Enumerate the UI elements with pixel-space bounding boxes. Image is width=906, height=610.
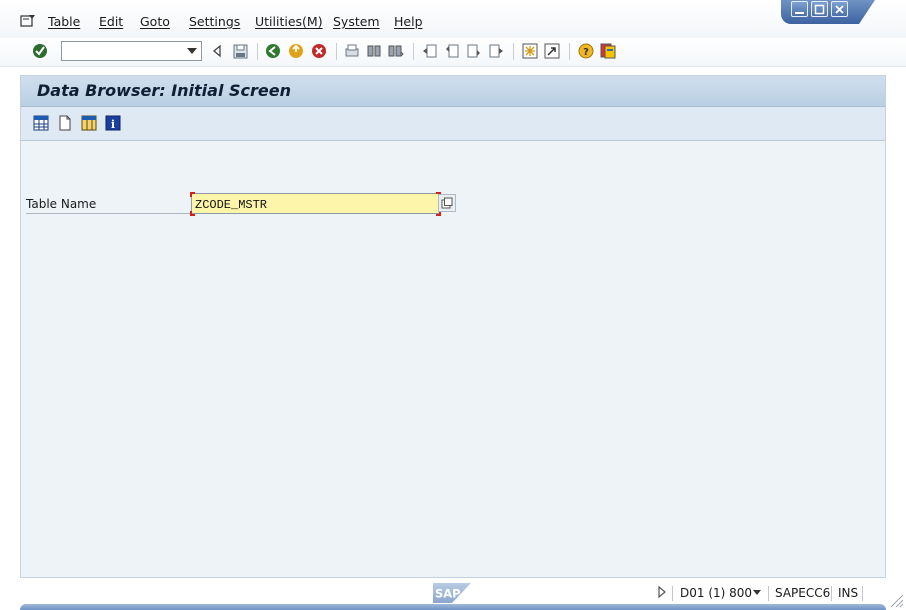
previous-page-icon[interactable] xyxy=(443,42,461,60)
server-name: SAPECC6 xyxy=(775,586,831,600)
value-help-icon[interactable] xyxy=(438,194,456,212)
title-bar: Data Browser: Initial Screen xyxy=(21,76,885,107)
new-entries-icon[interactable] xyxy=(56,114,74,132)
cancel-icon[interactable] xyxy=(310,42,328,60)
resize-grip-icon[interactable] xyxy=(888,592,904,608)
info-icon[interactable]: i xyxy=(104,114,122,132)
last-page-icon[interactable] xyxy=(487,42,505,60)
toolbar-divider xyxy=(513,43,514,60)
command-field[interactable] xyxy=(61,41,202,61)
sap-logo: SAP xyxy=(433,583,471,603)
status-divider xyxy=(672,586,673,601)
menu-table[interactable]: Table xyxy=(48,14,80,29)
system-info-dropdown-icon[interactable] xyxy=(752,586,762,600)
maximize-icon[interactable] xyxy=(811,1,828,17)
next-page-icon[interactable] xyxy=(465,42,483,60)
minimize-icon[interactable] xyxy=(791,1,808,17)
status-divider xyxy=(862,586,863,601)
table-contents-icon[interactable] xyxy=(32,114,50,132)
chevron-down-icon[interactable] xyxy=(187,48,197,54)
table-name-label: Table Name xyxy=(26,197,194,214)
menu-goto[interactable]: Goto xyxy=(140,14,170,29)
page-title: Data Browser: Initial Screen xyxy=(37,81,291,100)
menu-bar: Table Edit Goto Settings Utilities(M) Sy… xyxy=(0,0,906,38)
main-panel: Data Browser: Initial Screen i Table Nam… xyxy=(20,75,886,578)
customize-layout-icon[interactable] xyxy=(599,42,617,60)
menu-utilities[interactable]: Utilities(M) xyxy=(255,14,323,29)
find-next-icon[interactable] xyxy=(387,42,405,60)
print-icon[interactable] xyxy=(343,42,361,60)
close-icon[interactable] xyxy=(831,1,848,17)
system-info: D01 (1) 800 xyxy=(680,586,753,600)
find-icon[interactable] xyxy=(365,42,383,60)
back-icon[interactable] xyxy=(208,42,226,60)
table-name-input[interactable] xyxy=(191,193,440,214)
application-toolbar: i xyxy=(21,107,885,141)
help-icon[interactable]: ? xyxy=(577,42,595,60)
menu-edit[interactable]: Edit xyxy=(99,14,123,29)
first-page-icon[interactable] xyxy=(421,42,439,60)
status-divider xyxy=(831,586,832,601)
menu-system[interactable]: System xyxy=(333,14,380,29)
system-toolbar: ? xyxy=(0,38,906,67)
toolbar-divider xyxy=(413,43,414,60)
toolbar-divider xyxy=(257,43,258,60)
exit-icon[interactable] xyxy=(287,42,305,60)
window-controls xyxy=(781,0,875,24)
menu-help[interactable]: Help xyxy=(394,14,423,29)
insert-mode[interactable]: INS xyxy=(838,586,858,600)
toolbar-divider xyxy=(336,43,337,60)
window-bottom-edge xyxy=(20,604,886,610)
required-corner-mark xyxy=(190,192,195,197)
table-view-icon[interactable] xyxy=(80,114,98,132)
toolbar-divider xyxy=(569,43,570,60)
menu-options-icon[interactable] xyxy=(20,14,36,28)
status-divider xyxy=(768,586,769,601)
create-session-icon[interactable] xyxy=(521,42,539,60)
enter-icon[interactable] xyxy=(31,42,49,60)
menu-settings[interactable]: Settings xyxy=(189,14,240,29)
svg-text:?: ? xyxy=(583,47,589,58)
status-expand-icon[interactable] xyxy=(657,585,667,602)
svg-text:i: i xyxy=(111,118,115,131)
save-icon[interactable] xyxy=(231,42,249,60)
shortcut-icon[interactable] xyxy=(543,42,561,60)
sap-logo-text: SAP xyxy=(435,587,461,601)
green-back-icon[interactable] xyxy=(264,42,282,60)
required-corner-mark xyxy=(190,211,195,216)
